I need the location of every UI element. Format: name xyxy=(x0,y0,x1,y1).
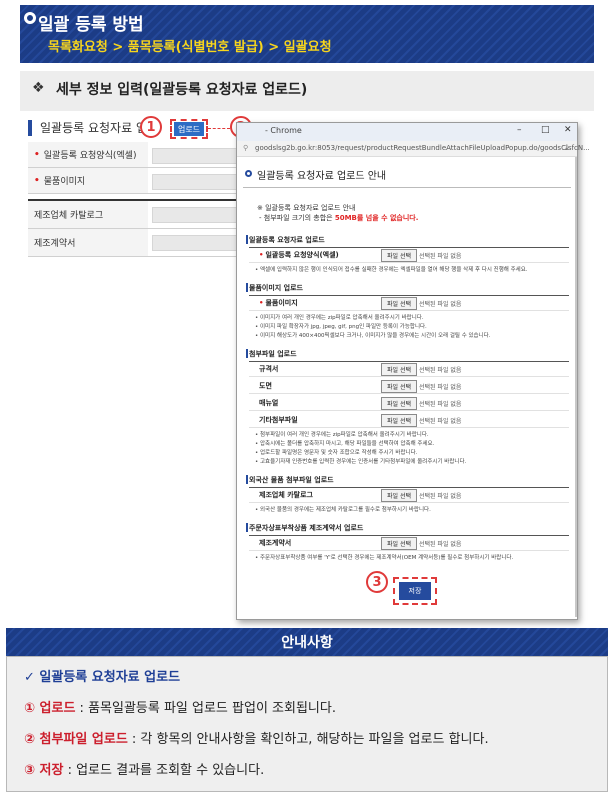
catalog-upload-row: 제조업체 카탈로그 파일 선택 선택된 파일 없음 xyxy=(249,487,569,503)
download-icon[interactable]: ⤓ xyxy=(565,143,569,153)
excel-upload-row: • 일괄등록 요청양식(엑셀) 파일 선택 선택된 파일 없음 xyxy=(249,247,569,263)
catalog-note: • 외국산 물품의 경우에는 제조업체 카탈로그를 필수로 첨부하시기 바랍니다… xyxy=(255,507,431,513)
url-text: goodslsg2b.go.kr:8053/request/productReq… xyxy=(255,144,590,152)
contract-upload-row: 제조계약서 파일 선택 선택된 파일 없음 xyxy=(249,535,569,551)
manual-upload-row: 매뉴얼 파일 선택 선택된 파일 없음 xyxy=(249,395,569,411)
notice-heading: ✓ 일괄등록 요청자료 업로드 xyxy=(24,670,181,685)
image-upload-row: • 물품이미지 파일 선택 선택된 파일 없음 xyxy=(249,295,569,311)
popup-heading: 일괄등록 요청자료 업로드 안내 xyxy=(257,171,387,182)
breadcrumb: 목록화요청 > 품목등록(식별번호 발급) > 일괄요청 xyxy=(48,40,332,55)
image-note-2: • 이미지 파일 확장자가 jpg, jpeg, gif, png인 파일만 등… xyxy=(255,324,427,330)
image-file-button[interactable]: 파일 선택 xyxy=(381,297,417,310)
notice-item-attachment: ② 첨부파일 업로드 : 각 항목의 안내사항을 확인하고, 해당하는 파일을 … xyxy=(24,732,489,747)
notice-item-save: ③ 저장 : 업로드 결과를 조회할 수 있습니다. xyxy=(24,763,265,778)
marker-1: 1 xyxy=(140,116,162,138)
manual-file-button[interactable]: 파일 선택 xyxy=(381,397,417,410)
notice-title: ※ 일괄등록 요청자료 업로드 안내 xyxy=(257,204,356,212)
image-note-1: • 이미지가 여러 개인 경우에는 zip파일로 압축해서 올려주시기 바랍니다… xyxy=(255,315,424,321)
drawing-file-button[interactable]: 파일 선택 xyxy=(381,380,417,393)
save-button[interactable]: 저장 xyxy=(399,582,431,600)
contract-note: • 주문자상표부착상품 여부를 'Y'로 선택한 경우에는 제조계약서(OEM … xyxy=(255,555,514,561)
lock-icon: ⚲ xyxy=(243,144,249,152)
image-note-3: • 이미지 해상도가 400×400픽셀보다 크거나, 이미지가 많을 경우에는… xyxy=(255,333,491,339)
spec-upload-row: 규격서 파일 선택 선택된 파일 없음 xyxy=(249,361,569,377)
page-title: 일괄 등록 방법 xyxy=(38,15,144,35)
heading-bar-icon xyxy=(28,120,32,136)
close-icon[interactable]: ✕ xyxy=(564,125,572,135)
other-upload-row: 기타첨부파일 파일 선택 선택된 파일 없음 xyxy=(249,412,569,428)
marker-3: 3 xyxy=(366,571,388,593)
popup-titlebar: - Chrome – □ ✕ xyxy=(237,123,577,141)
minimize-icon[interactable]: – xyxy=(517,125,522,135)
drawing-upload-row: 도면 파일 선택 선택된 파일 없음 xyxy=(249,378,569,394)
attachment-note-3: • 업로드할 파일명은 영문자 및 숫자 조합으로 작성해 주시기 바랍니다. xyxy=(255,450,418,456)
popup-urlbar: ⚲ goodslsg2b.go.kr:8053/request/productR… xyxy=(237,141,590,157)
diamond-bullet-icon: ❖ xyxy=(32,80,45,96)
notice-size-limit: - 첨부파일 크기의 총합은 50MB를 넘을 수 없습니다. xyxy=(259,214,419,222)
maximize-icon[interactable]: □ xyxy=(541,125,550,135)
circle-bullet-icon xyxy=(24,12,36,24)
other-file-button[interactable]: 파일 선택 xyxy=(381,414,417,427)
divider xyxy=(243,187,571,188)
catalog-file-button[interactable]: 파일 선택 xyxy=(381,489,417,502)
scrollbar[interactable] xyxy=(575,157,577,617)
attachment-note-4: • 고효율기자재 인증번호를 입력한 경우에는 인증서를 기타첨부파일에 올려주… xyxy=(255,459,467,465)
circle-bullet-icon xyxy=(245,170,252,177)
upload-popup-window: - Chrome – □ ✕ ⚲ goodslsg2b.go.kr:8053/r… xyxy=(236,122,590,620)
notice-item-upload: ① 업로드 : 품목일괄등록 파일 업로드 팝업이 조회됩니다. xyxy=(24,701,336,716)
upload-button[interactable]: 업로드 xyxy=(174,122,204,136)
excel-note: • 엑셀에 입력하지 않은 행이 인식되어 접수를 실패한 경우에는 엑셀파일을… xyxy=(255,267,528,273)
arrow-connector xyxy=(208,128,230,129)
notice-title-bar: 안내사항 xyxy=(6,628,608,656)
spec-file-button[interactable]: 파일 선택 xyxy=(381,363,417,376)
excel-file-button[interactable]: 파일 선택 xyxy=(381,249,417,262)
contract-file-button[interactable]: 파일 선택 xyxy=(381,537,417,550)
section-title: 세부 정보 입력(일괄등록 요청자료 업로드) xyxy=(56,82,308,98)
attachment-note-1: • 첨부파일이 여러 개인 경우에는 zip파일로 압축해서 올려주시기 바랍니… xyxy=(255,432,429,438)
attachment-note-2: • 압축시에는 폴더를 압축하지 마시고, 해당 파일들을 선택하여 압축해 주… xyxy=(255,441,435,447)
